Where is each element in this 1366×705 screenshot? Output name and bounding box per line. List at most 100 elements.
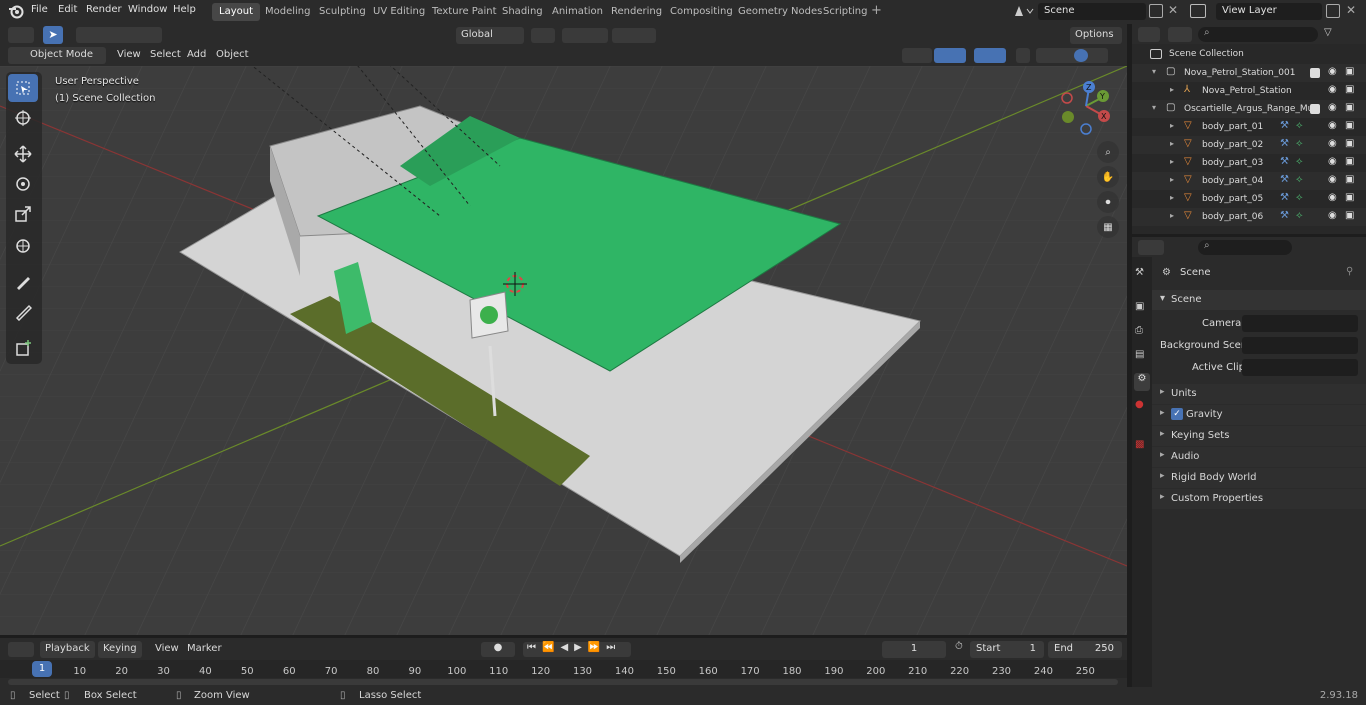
- properties-search-input[interactable]: ⌕: [1198, 240, 1292, 255]
- tab-modeling[interactable]: Modeling: [258, 3, 318, 21]
- 3d-viewport[interactable]: User Perspective (1) Scene Collection Z …: [0, 66, 1127, 635]
- delete-view-layer-icon[interactable]: ✕: [1346, 3, 1356, 17]
- menu-file[interactable]: File: [31, 4, 48, 15]
- selection-mode-buttons[interactable]: [76, 27, 162, 43]
- render-camera-icon[interactable]: ▣: [1345, 102, 1354, 113]
- gravity-checkbox[interactable]: ✓: [1171, 408, 1183, 420]
- modifier-icon[interactable]: ⚒: [1280, 210, 1289, 221]
- proportional-edit-icon[interactable]: [612, 28, 656, 43]
- visibility-eye-icon[interactable]: ◉: [1328, 210, 1337, 221]
- add-cube-tool-icon[interactable]: [8, 334, 38, 362]
- expand-chevron-icon[interactable]: ▸: [1170, 211, 1174, 220]
- modifier-icon[interactable]: ⚒: [1280, 138, 1289, 149]
- scale-tool-icon[interactable]: [8, 200, 38, 228]
- texture-tab-icon[interactable]: ▩: [1135, 439, 1144, 450]
- current-frame-indicator[interactable]: 1: [32, 661, 52, 677]
- output-tab-icon[interactable]: ⎙: [1135, 325, 1143, 336]
- options-dropdown[interactable]: Options: [1070, 27, 1122, 44]
- snap-icon[interactable]: [562, 28, 608, 43]
- view-layer-icon[interactable]: [1190, 4, 1206, 18]
- record-icon[interactable]: ●: [481, 642, 515, 657]
- visibility-eye-icon[interactable]: ◉: [1328, 102, 1337, 113]
- outliner-row[interactable]: ▾ ▢ Oscartielle_Argus_Range_Mul ◉ ▣: [1132, 100, 1366, 118]
- menu-help[interactable]: Help: [173, 4, 196, 15]
- world-tab-icon[interactable]: ●: [1135, 399, 1144, 410]
- expand-chevron-icon[interactable]: ▸: [1170, 121, 1174, 130]
- modifier-icon[interactable]: ⚒: [1280, 174, 1289, 185]
- outliner-row[interactable]: ▾ ▢ Nova_Petrol_Station_001 ◉ ▣: [1132, 64, 1366, 82]
- material-icon[interactable]: ⟡: [1296, 192, 1303, 203]
- outliner-search-input[interactable]: ⌕: [1198, 27, 1318, 42]
- pan-hand-icon[interactable]: ✋: [1097, 166, 1119, 188]
- visibility-icon[interactable]: [902, 48, 932, 63]
- material-icon[interactable]: ⟡: [1296, 120, 1303, 131]
- camera-field[interactable]: [1242, 315, 1358, 332]
- background-scene-field[interactable]: [1242, 337, 1358, 354]
- timeline-scrollbar[interactable]: [8, 679, 1118, 685]
- visibility-eye-icon[interactable]: ◉: [1328, 192, 1337, 203]
- render-camera-icon[interactable]: ▣: [1345, 210, 1354, 221]
- collapsed-panel[interactable]: ▸ Audio: [1152, 447, 1366, 467]
- visibility-eye-icon[interactable]: ◉: [1328, 138, 1337, 149]
- overlay-toggle-icon[interactable]: [974, 48, 1006, 63]
- stopwatch-icon[interactable]: ⏱: [955, 641, 963, 652]
- outliner-row[interactable]: ▸ ⅄ Nova_Petrol_Station ◉ ▣: [1132, 82, 1366, 100]
- material-icon[interactable]: ⟡: [1296, 138, 1303, 149]
- exclude-checkbox[interactable]: [1310, 104, 1320, 114]
- visibility-eye-icon[interactable]: ◉: [1328, 156, 1337, 167]
- collapsed-panel[interactable]: ▸ Units: [1152, 384, 1366, 404]
- render-camera-icon[interactable]: ▣: [1345, 84, 1354, 95]
- annotate-tool-icon[interactable]: [8, 268, 38, 296]
- tab-geometry-nodes[interactable]: Geometry Nodes: [731, 3, 829, 21]
- tab-scripting[interactable]: Scripting: [816, 3, 874, 21]
- blender-logo-icon[interactable]: [8, 3, 24, 22]
- collapsed-panel[interactable]: ▸ Custom Properties: [1152, 489, 1366, 509]
- modifier-icon[interactable]: ⚒: [1280, 156, 1289, 167]
- render-camera-icon[interactable]: ▣: [1345, 138, 1354, 149]
- timeline-editor-type-icon[interactable]: [8, 642, 34, 657]
- outliner-row[interactable]: ▸ ▽ body_part_05 ⚒ ⟡ ◉ ▣: [1132, 190, 1366, 208]
- scene-panel-header[interactable]: ▾ Scene: [1152, 290, 1366, 310]
- navigation-gizmo[interactable]: Z Y X: [1058, 76, 1118, 136]
- tab-compositing[interactable]: Compositing: [663, 3, 740, 21]
- marker-menu[interactable]: Marker: [182, 641, 227, 658]
- new-view-layer-icon[interactable]: [1326, 4, 1340, 18]
- expand-chevron-icon[interactable]: ▸: [1170, 85, 1174, 94]
- material-icon[interactable]: ⟡: [1296, 156, 1303, 167]
- exclude-checkbox[interactable]: [1310, 68, 1320, 78]
- visibility-eye-icon[interactable]: ◉: [1328, 174, 1337, 185]
- menu-render[interactable]: Render: [86, 4, 122, 15]
- expand-chevron-icon[interactable]: ▸: [1170, 175, 1174, 184]
- outliner-editor-type-icon[interactable]: [1138, 27, 1160, 42]
- material-icon[interactable]: ⟡: [1296, 210, 1303, 221]
- editor-type-icon[interactable]: [8, 27, 34, 43]
- visibility-eye-icon[interactable]: ◉: [1328, 84, 1337, 95]
- properties-editor-type-icon[interactable]: [1138, 240, 1164, 255]
- shading-mode-icons[interactable]: [1036, 48, 1108, 63]
- menu-edit[interactable]: Edit: [58, 4, 77, 15]
- collapsed-panel[interactable]: ▸ ✓ Gravity: [1152, 405, 1366, 425]
- delete-scene-icon[interactable]: ✕: [1168, 3, 1178, 17]
- object-mode-dropdown[interactable]: Object Mode: [8, 47, 106, 64]
- expand-chevron-icon[interactable]: ▾: [1152, 67, 1156, 76]
- menu-select[interactable]: Select: [145, 47, 186, 64]
- expand-chevron-icon[interactable]: ▸: [1170, 193, 1174, 202]
- tab-uv-editing[interactable]: UV Editing: [366, 3, 432, 21]
- camera-view-icon[interactable]: ⏺: [1097, 191, 1119, 213]
- outliner-row[interactable]: ▸ ▽ body_part_01 ⚒ ⟡ ◉ ▣: [1132, 118, 1366, 136]
- outliner-row[interactable]: ▸ ▽ body_part_04 ⚒ ⟡ ◉ ▣: [1132, 172, 1366, 190]
- current-frame-field[interactable]: 1: [882, 641, 946, 658]
- timeline-view-menu[interactable]: View: [150, 641, 184, 658]
- expand-chevron-icon[interactable]: ▸: [1170, 157, 1174, 166]
- pivot-icon[interactable]: [531, 28, 555, 43]
- view-layer-field[interactable]: View Layer: [1216, 3, 1322, 20]
- end-frame-field[interactable]: End 250: [1048, 641, 1122, 658]
- active-clip-field[interactable]: [1242, 359, 1358, 376]
- measure-tool-icon[interactable]: [8, 298, 38, 326]
- tab-animation[interactable]: Animation: [545, 3, 610, 21]
- outliner-row[interactable]: ▸ ▽ body_part_06 ⚒ ⟡ ◉ ▣: [1132, 208, 1366, 226]
- visibility-eye-icon[interactable]: ◉: [1328, 66, 1337, 77]
- modifier-icon[interactable]: ⚒: [1280, 120, 1289, 131]
- menu-object[interactable]: Object: [211, 47, 254, 64]
- start-frame-field[interactable]: Start 1: [970, 641, 1044, 658]
